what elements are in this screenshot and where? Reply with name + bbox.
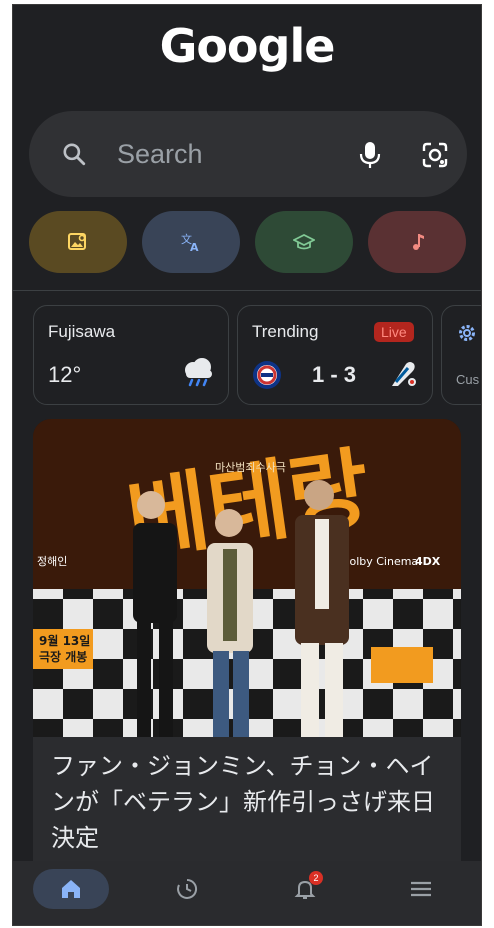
trending-card[interactable]: Trending Live 1 - 3	[237, 305, 433, 405]
image-search-icon	[68, 233, 86, 250]
search-bar[interactable]: Search	[29, 111, 467, 197]
google-logo: Google	[159, 19, 336, 73]
news-headline[interactable]: ファン・ジョンミン、チョン・ヘインが「ベテラン」新作引っさげ来日決定	[51, 749, 447, 857]
divider	[13, 290, 481, 291]
music-icon	[413, 234, 424, 250]
customize-label: Cus	[456, 372, 480, 387]
search-placeholder[interactable]: Search	[117, 139, 203, 170]
weather-temperature: 12°	[48, 362, 82, 387]
news-image[interactable]: 베테랑 마산범죄수사극 Dolby Cinema 4DX 정해인 9월 13일 …	[33, 419, 461, 737]
poster-brand-text: Dolby Cinema	[341, 555, 418, 568]
live-badge: Live	[374, 322, 414, 342]
nav-notifications[interactable]: 2	[267, 869, 343, 909]
phone-screen: Google Search 文 A Fujisawa 12° Trending …	[12, 4, 482, 926]
nav-activity[interactable]	[149, 869, 225, 909]
translate-icon: 文 A	[181, 232, 199, 253]
shortcut-translate[interactable]: 文 A	[142, 211, 240, 273]
poster-brand-text-2: 4DX	[415, 555, 441, 568]
trending-label: Trending	[252, 322, 319, 341]
bottom-navigation: 2	[13, 861, 481, 925]
shortcut-education[interactable]	[255, 211, 353, 273]
game-score: 1 - 3	[312, 362, 357, 387]
shortcut-music[interactable]	[368, 211, 466, 273]
weather-card[interactable]: Fujisawa 12°	[33, 305, 229, 405]
notification-badge: 2	[309, 871, 323, 885]
release-theater-text: 극장 개봉	[39, 650, 87, 664]
nav-menu[interactable]	[383, 869, 459, 909]
release-date-text: 9월 13일	[39, 633, 90, 648]
news-card[interactable]: 베테랑 마산범죄수사극 Dolby Cinema 4DX 정해인 9월 13일 …	[33, 419, 461, 879]
search-icon[interactable]	[61, 141, 87, 167]
gear-icon	[459, 325, 475, 341]
svg-text:A: A	[190, 241, 199, 253]
education-icon	[293, 233, 315, 250]
customize-card[interactable]: Cus	[441, 305, 481, 405]
poster-subtitle: 마산범죄수사극	[215, 461, 286, 474]
shortcut-image-search[interactable]	[29, 211, 127, 273]
weather-location: Fujisawa	[48, 322, 116, 341]
history-icon	[177, 878, 198, 899]
poster-name-text: 정해인	[37, 554, 67, 568]
lens-icon[interactable]	[421, 141, 449, 169]
menu-icon	[411, 881, 431, 897]
nav-home[interactable]	[33, 869, 109, 909]
mic-icon[interactable]	[359, 141, 381, 169]
home-icon	[62, 880, 80, 898]
rain-cloud-icon	[185, 358, 212, 387]
cubs-logo-icon	[253, 361, 281, 389]
dodgers-logo-icon	[392, 362, 416, 386]
